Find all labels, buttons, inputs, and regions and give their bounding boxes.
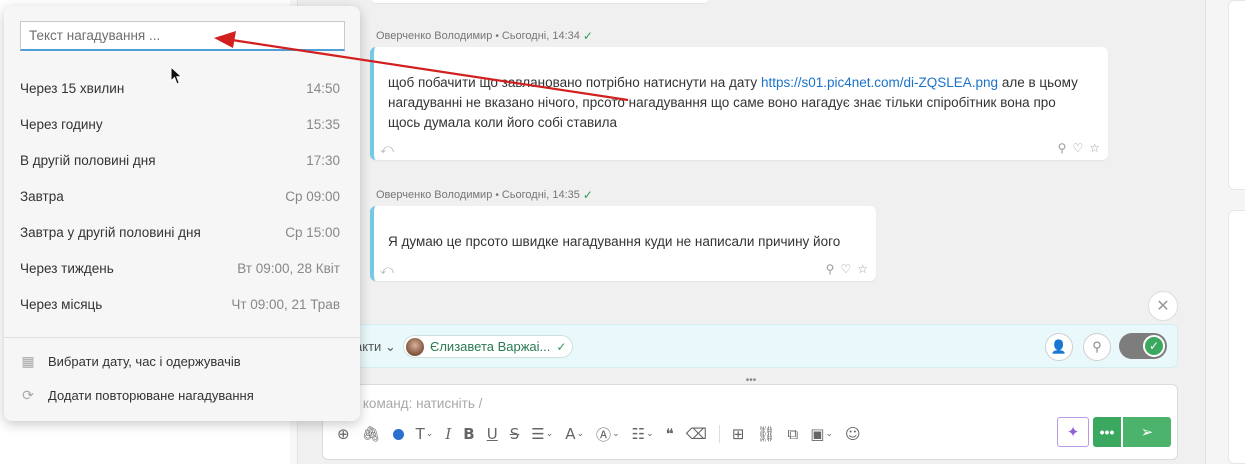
link-icon[interactable]: ⛓ [756, 423, 775, 445]
reminder-option[interactable]: Через місяць Чт 09:00, 21 Трав [20, 294, 340, 314]
message-bubble: щоб побачити що завлановано потрібно нат… [370, 47, 1108, 160]
notify-toggle[interactable]: ✓ [1119, 333, 1167, 359]
calendar-icon: ▦ [21, 353, 35, 369]
star-icon[interactable]: ☆ [1089, 141, 1100, 155]
message-link[interactable]: https://s01.pic4net.com/di-ZQSLEA.png [761, 75, 998, 90]
message-editor[interactable]: ю команд: натисніть / ⊕ 🖇 T ⌄ I B U S ☰ ⌄ … [322, 384, 1178, 460]
repeat-reminder-action[interactable]: ⟳ Додати повторюване нагадування [20, 387, 254, 404]
color-icon[interactable] [392, 429, 404, 440]
option-time: Ср 09:00 [285, 188, 340, 204]
align-icon[interactable]: ☰ ⌄ [531, 423, 553, 445]
strikethrough-icon[interactable]: S [510, 423, 520, 445]
code-icon[interactable]: ⧉ [788, 423, 799, 445]
message-bubble: Я думаю це прсото швидке нагадування куд… [370, 206, 876, 281]
option-label: В другій половині дня [20, 152, 156, 168]
message-author[interactable]: Оверченко Володимир [376, 189, 492, 201]
option-label: Завтра у другій половині дня [20, 224, 201, 240]
editor-placeholder: ю команд: натисніть / [349, 396, 483, 411]
check-icon: ✓ [556, 339, 567, 354]
option-time: 15:35 [306, 116, 340, 132]
sidebar-card [1228, 0, 1245, 190]
choose-date-action[interactable]: ▦ Вибрати дату, час і одержувачів [20, 353, 241, 370]
reminder-text-input[interactable] [20, 21, 345, 51]
reminder-option[interactable]: Завтра Ср 09:00 [20, 186, 340, 206]
table-icon[interactable]: ⊞ [732, 423, 745, 445]
check-icon: ✓ [1143, 335, 1165, 357]
reminder-option[interactable]: Через тиждень Вт 09:00, 28 Квіт [20, 258, 340, 278]
message-actions: ⚲ ♡ ☆ [826, 262, 868, 276]
recipient-chip[interactable]: Єлизавета Варжаі... ✓ [403, 335, 574, 358]
star-icon[interactable]: ☆ [857, 262, 868, 276]
reminder-option[interactable]: Через годину 15:35 [20, 114, 340, 134]
heart-icon[interactable]: ♡ [840, 262, 851, 276]
option-time: Вт 09:00, 28 Квіт [237, 260, 340, 276]
action-label: Вибрати дату, час і одержувачів [48, 354, 241, 369]
attach-icon[interactable]: 🖇 [362, 423, 381, 445]
font-size-icon[interactable]: T ⌄ [416, 423, 434, 445]
repeat-icon: ⟳ [22, 387, 34, 403]
avatar [406, 337, 424, 356]
popup-divider [4, 337, 360, 338]
mouse-cursor-icon [170, 66, 183, 85]
right-sidebar [1205, 0, 1245, 464]
reminder-option[interactable]: В другій половині дня 17:30 [20, 150, 340, 170]
add-icon[interactable]: ⊕ [337, 423, 350, 445]
read-check-icon: ✓ [582, 188, 593, 202]
image-icon[interactable]: ▣ ⌄ [810, 423, 833, 445]
pin-icon[interactable]: ⚲ [826, 262, 835, 276]
option-time: Ср 15:00 [285, 224, 340, 240]
underline-icon[interactable]: U [487, 423, 498, 445]
option-label: Через 15 хвилин [20, 80, 125, 96]
list-icon[interactable]: ☷ ⌄ [632, 423, 654, 445]
read-check-icon: ✓ [582, 29, 593, 43]
option-time: Чт 09:00, 21 Трав [231, 296, 340, 312]
user-icon[interactable]: 👤 [1045, 333, 1073, 361]
magic-wand-icon[interactable]: ✦ [1057, 417, 1089, 447]
eraser-icon[interactable]: ⌫ [686, 423, 707, 445]
message-text: Я думаю це прсото швидке нагадування куд… [388, 234, 841, 249]
heart-icon[interactable]: ♡ [1072, 141, 1083, 155]
close-icon[interactable]: ✕ [1148, 291, 1178, 321]
bold-icon[interactable]: B [463, 423, 474, 445]
reply-icon[interactable]: ⤺ [380, 141, 394, 157]
editor-toolbar: ⊕ 🖇 T ⌄ I B U S ☰ ⌄ A ⌄ Ⓐ ⌄ ☷ ⌄ ❝ ⌫ ⊞ ⛓ ⧉ ▣ ⌄ … [337, 423, 873, 445]
meta-separator: • [495, 189, 499, 201]
reminder-option[interactable]: Завтра у другій половині дня Ср 15:00 [20, 222, 340, 242]
pin-icon[interactable]: ⚲ [1058, 141, 1067, 155]
option-label: Через тиждень [20, 260, 114, 276]
option-label: Через місяць [20, 296, 103, 312]
option-time: 14:50 [306, 80, 340, 96]
message-actions: ⚲ ♡ ☆ [1058, 141, 1100, 155]
message-meta: Оверченко Володимир • Сьогодні, 14:35 ✓ [376, 188, 593, 202]
option-label: Завтра [20, 188, 64, 204]
more-options-button[interactable]: ••• [1093, 417, 1121, 447]
option-label: Через годину [20, 116, 103, 132]
message-time: Сьогодні, 14:34 [501, 30, 580, 42]
italic-icon[interactable]: I [445, 423, 451, 445]
reply-icon[interactable]: ⤺ [380, 262, 394, 278]
message-meta: Оверченко Володимир • Сьогодні, 14:34 ✓ [376, 29, 593, 43]
option-time: 17:30 [306, 152, 340, 168]
send-icon[interactable]: ➢ [1123, 417, 1171, 447]
action-label: Додати повторюване нагадування [48, 388, 254, 403]
recipients-label[interactable]: акти ⌄ [355, 339, 396, 355]
message-time: Сьогодні, 14:35 [501, 189, 580, 201]
recipient-name: Єлизавета Варжаі... [430, 339, 551, 354]
highlight-icon[interactable]: Ⓐ ⌄ [596, 423, 620, 445]
emoji-icon[interactable]: ☺ [845, 423, 861, 445]
font-icon[interactable]: A ⌄ [565, 423, 584, 445]
meta-separator: • [495, 30, 499, 42]
message-text: щоб побачити що завлановано потрібно нат… [388, 75, 1078, 130]
message-author[interactable]: Оверченко Володимир [376, 30, 492, 42]
recipients-bar: акти ⌄ Єлизавета Варжаі... ✓ 👤 ⚲ ✓ [322, 324, 1178, 368]
quote-icon[interactable]: ❝ [666, 423, 674, 445]
sidebar-card [1228, 210, 1245, 464]
search-icon[interactable]: ⚲ [1083, 333, 1111, 361]
previous-message-bubble [372, 0, 708, 4]
toolbar-divider [718, 425, 720, 443]
